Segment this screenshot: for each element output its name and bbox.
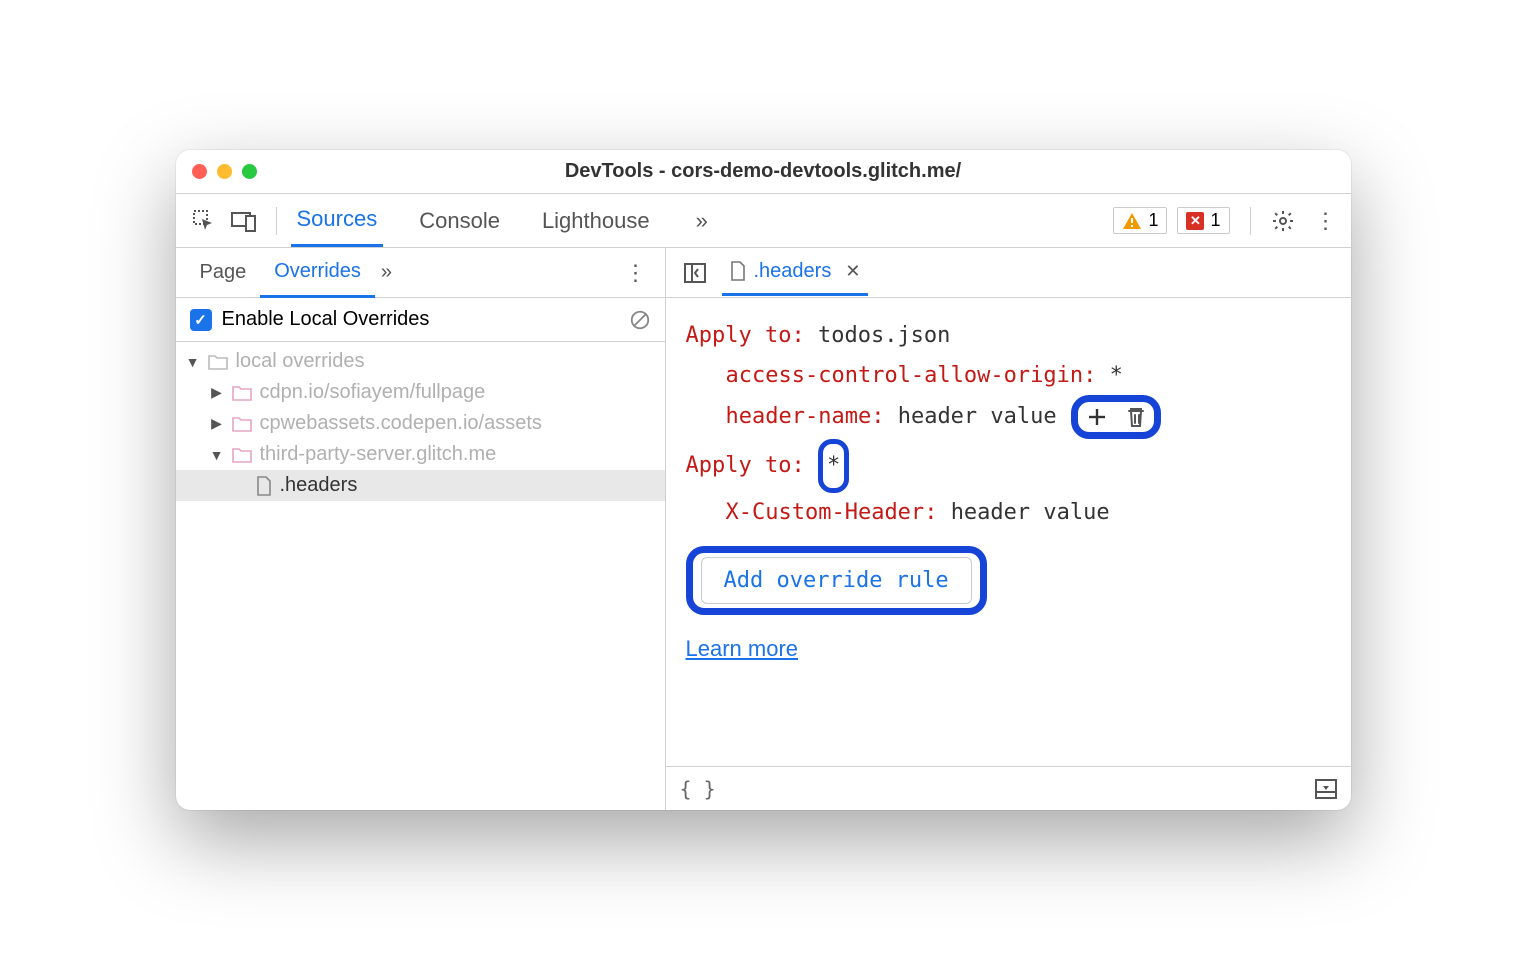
warning-icon — [1122, 212, 1142, 230]
traffic-lights — [192, 164, 257, 179]
apply-to-label: Apply to — [686, 453, 792, 478]
highlight-add-delete — [1071, 395, 1161, 439]
toggle-navigator-icon[interactable] — [676, 263, 714, 283]
expand-icon: ▼ — [186, 354, 200, 370]
devtools-window: DevTools - cors-demo-devtools.glitch.me/… — [176, 150, 1351, 810]
dock-icon[interactable] — [1315, 779, 1337, 799]
editor-pane: .headers ✕ Apply to: todos.json access-c… — [666, 248, 1351, 810]
add-override-rule-button[interactable]: Add override rule — [701, 557, 972, 604]
file-icon — [256, 476, 272, 496]
inspect-element-icon[interactable] — [186, 203, 222, 239]
header-value[interactable]: header value — [951, 500, 1110, 525]
clear-overrides-icon[interactable] — [629, 309, 651, 331]
header-name[interactable]: X-Custom-Header — [726, 500, 925, 525]
errors-badge[interactable]: ✕ 1 — [1177, 207, 1229, 234]
errors-count: 1 — [1210, 210, 1220, 231]
tab-console[interactable]: Console — [413, 196, 506, 246]
tab-lighthouse[interactable]: Lighthouse — [536, 196, 656, 246]
tab-overrides[interactable]: Overrides — [260, 248, 375, 298]
window-title: DevTools - cors-demo-devtools.glitch.me/ — [176, 160, 1351, 183]
toolbar-divider — [276, 207, 277, 235]
tree-label: cdpn.io/sofiayem/fullpage — [260, 381, 486, 404]
editor-tab-headers[interactable]: .headers ✕ — [722, 250, 869, 296]
highlight-add-override-rule: Add override rule — [686, 546, 987, 615]
warnings-count: 1 — [1148, 210, 1158, 231]
header-name[interactable]: access-control-allow-origin — [726, 363, 1084, 388]
editor-tabs: .headers ✕ — [666, 248, 1351, 298]
error-icon: ✕ — [1186, 212, 1204, 230]
main-panel-tabs: Sources Console Lighthouse » — [291, 194, 708, 247]
folder-icon — [232, 447, 252, 463]
sources-sidebar: Page Overrides » ⋮ ✓ Enable Local Overri… — [176, 248, 666, 810]
enable-local-overrides-row: ✓ Enable Local Overrides — [176, 298, 665, 342]
add-header-icon[interactable] — [1086, 406, 1108, 428]
sidebar-tabs: Page Overrides » ⋮ — [176, 248, 665, 298]
tree-folder[interactable]: ▶ cdpn.io/sofiayem/fullpage — [176, 377, 665, 408]
more-tabs-button[interactable]: » — [686, 208, 708, 234]
delete-header-icon[interactable] — [1126, 406, 1146, 428]
main-toolbar: Sources Console Lighthouse » 1 ✕ 1 ⋮ — [176, 194, 1351, 248]
tree-file-label: .headers — [280, 474, 358, 497]
more-options-icon[interactable]: ⋮ — [1311, 208, 1341, 234]
tree-folder[interactable]: ▶ cpwebassets.codepen.io/assets — [176, 408, 665, 439]
tab-page[interactable]: Page — [186, 249, 261, 296]
warnings-badge[interactable]: 1 — [1113, 207, 1167, 234]
tree-folder-root[interactable]: ▼ local overrides — [176, 346, 665, 377]
header-value[interactable]: * — [1110, 363, 1123, 388]
expand-icon: ▼ — [210, 447, 224, 463]
expand-icon: ▶ — [210, 415, 224, 432]
device-toolbar-icon[interactable] — [226, 203, 262, 239]
minimize-window-button[interactable] — [217, 164, 232, 179]
close-window-button[interactable] — [192, 164, 207, 179]
apply-to-target[interactable]: todos.json — [818, 323, 950, 348]
tree-label: third-party-server.glitch.me — [260, 443, 497, 466]
folder-icon — [208, 354, 228, 370]
tree-label: local overrides — [236, 350, 365, 373]
apply-to-target[interactable]: * — [827, 446, 840, 486]
editor-statusbar: { } — [666, 766, 1351, 810]
toolbar-divider-2 — [1250, 207, 1251, 235]
expand-icon: ▶ — [210, 384, 224, 401]
file-icon — [730, 261, 746, 281]
highlight-wildcard: * — [818, 439, 849, 493]
tree-folder[interactable]: ▼ third-party-server.glitch.me — [176, 439, 665, 470]
header-name[interactable]: header-name — [726, 404, 872, 429]
header-value[interactable]: header value — [898, 404, 1057, 429]
close-tab-icon[interactable]: ✕ — [839, 261, 860, 282]
enable-local-overrides-label: Enable Local Overrides — [222, 308, 430, 331]
titlebar: DevTools - cors-demo-devtools.glitch.me/ — [176, 150, 1351, 194]
more-sidebar-tabs-button[interactable]: » — [381, 261, 392, 284]
tree-label: cpwebassets.codepen.io/assets — [260, 412, 542, 435]
headers-editor[interactable]: Apply to: todos.json access-control-allo… — [666, 298, 1351, 766]
zoom-window-button[interactable] — [242, 164, 257, 179]
pretty-print-icon[interactable]: { } — [680, 777, 716, 801]
learn-more-link[interactable]: Learn more — [686, 629, 799, 669]
enable-local-overrides-checkbox[interactable]: ✓ — [190, 309, 212, 331]
overrides-file-tree: ▼ local overrides ▶ cdpn.io/sofiayem/ful… — [176, 342, 665, 810]
settings-icon[interactable] — [1271, 209, 1301, 233]
folder-icon — [232, 416, 252, 432]
apply-to-label: Apply to — [686, 323, 792, 348]
tab-sources[interactable]: Sources — [291, 194, 384, 247]
sidebar-more-options-icon[interactable]: ⋮ — [617, 260, 655, 286]
tree-file-headers[interactable]: .headers — [176, 470, 665, 501]
folder-icon — [232, 385, 252, 401]
editor-tab-label: .headers — [754, 260, 832, 283]
